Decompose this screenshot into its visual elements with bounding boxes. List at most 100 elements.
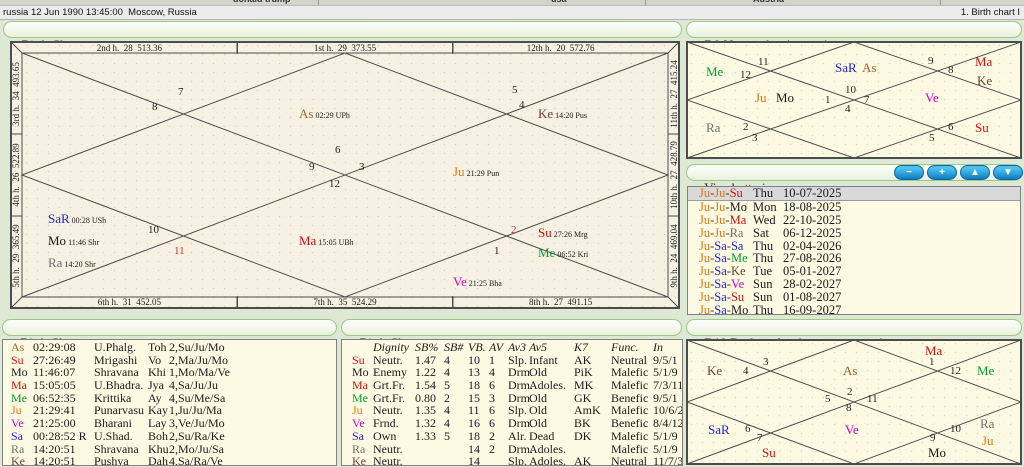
- planet-ma: Ma 15:05 UBh: [299, 233, 354, 248]
- dasha-row[interactable]: Ju-Ju-Su Thu 10-07-2025: [688, 187, 1020, 201]
- house-number: 8: [948, 64, 954, 76]
- cell: 2: [489, 441, 495, 456]
- up-button[interactable]: ▲: [960, 165, 990, 180]
- planet-ke: Ke: [707, 363, 723, 378]
- house-number: 6: [745, 423, 751, 435]
- house-edge-label: 4th h. 26 522.89: [11, 143, 21, 207]
- cell: AK: [574, 454, 592, 466]
- tab-usa[interactable]: usa: [551, 0, 567, 4]
- cell: Slp.: [508, 454, 528, 466]
- planet-me: Me 06:52 Kri: [538, 245, 589, 260]
- house-number: 11: [174, 245, 185, 257]
- cell: 2: [489, 428, 495, 443]
- planet-ke: Ke: [977, 73, 993, 88]
- planet-me: Me: [977, 363, 995, 378]
- cell: Malefic: [611, 428, 649, 443]
- column-header: AV: [489, 340, 504, 354]
- cell: 1.54: [415, 378, 436, 393]
- planet-ju: Ju 21:29 Pun: [453, 164, 500, 179]
- cell: Bharani: [94, 416, 132, 431]
- cell: Neutr.: [373, 454, 403, 466]
- cell: Ke: [11, 454, 25, 466]
- d9-header: D9 Navamsha (spouse): [686, 21, 1022, 52]
- down-button[interactable]: ▼: [993, 165, 1023, 180]
- house-number: 9: [930, 432, 936, 444]
- house-number: 10: [950, 423, 961, 435]
- house-number: 12: [329, 178, 340, 190]
- cell: 6: [489, 416, 495, 431]
- minus-button[interactable]: −: [894, 165, 924, 180]
- dasha-weekday: Mon: [753, 199, 777, 214]
- house-number: 7: [864, 94, 870, 106]
- d10-header: D10 Dashamsha (great successes): [686, 319, 1022, 350]
- cell: Old: [529, 416, 547, 431]
- house-number: 1: [494, 245, 500, 257]
- cell: BK: [574, 416, 591, 431]
- cell: 14: [468, 454, 480, 466]
- cell: 2,Su/Ra/Ke: [169, 428, 225, 443]
- tab-separator: [645, 0, 646, 5]
- house-edge-label: 1st h. 29 373.55: [236, 42, 453, 54]
- table-row: Sa 00:28:52 R U.Shad. Boh 2,Su/Ra/Ke: [3, 430, 336, 443]
- planet-mo: Mo: [928, 445, 947, 460]
- house-edge-label: 5th h. 29 365.49: [11, 224, 21, 288]
- cell: 2,Su/Ju/Mo: [169, 340, 225, 354]
- tab-donald-trump[interactable]: donald trump: [233, 0, 291, 4]
- planet-positions-table: As 02:29:08 U.Phalg. Toh 2,Su/Ju/Mo Su 27:26:4…: [2, 339, 337, 466]
- cell: 18: [468, 428, 480, 443]
- tab-Austria[interactable]: Austria: [753, 0, 784, 4]
- cell: Ma: [11, 378, 27, 393]
- house-number: 12: [950, 365, 961, 377]
- planet-as: As 02:29 UPh: [299, 106, 350, 121]
- house-number: 3: [752, 132, 758, 144]
- cell: 4,Sa/Ju/Ju: [169, 378, 219, 393]
- house-number: 4: [845, 103, 851, 115]
- planet-ve: Ve: [925, 90, 939, 105]
- positions-table-header: Birth Chart: [2, 319, 337, 350]
- column-header: SB%: [415, 340, 439, 354]
- planet-mo: Mo 11:46 Shr: [48, 233, 100, 248]
- cell: 6: [489, 378, 495, 393]
- column-header: In: [653, 340, 663, 354]
- planet-as: As: [843, 363, 858, 378]
- house-number: 6: [948, 121, 954, 133]
- cell: Own: [373, 428, 397, 443]
- planet-ve: Ve: [845, 422, 859, 437]
- main-chart-header: Birth Chart: [3, 21, 682, 52]
- cell: Dead: [529, 428, 555, 443]
- house-number: 2: [847, 386, 853, 398]
- cell: 14:20:51: [33, 454, 76, 466]
- house-number: 9: [928, 55, 934, 67]
- house-number: 4: [743, 365, 749, 377]
- chart-grid-lines: [686, 339, 1022, 465]
- column-header: Func.: [611, 340, 639, 354]
- cell: Boh: [148, 428, 169, 443]
- cell: 11/7/3: [653, 454, 683, 466]
- main-rasi-chart: 2nd h. 28 513.36 1st h. 29 373.55 12th h. …: [10, 41, 680, 309]
- cell: 5: [444, 378, 450, 393]
- planet-sar: SaR 00:28 USh: [48, 211, 107, 226]
- plus-button[interactable]: +: [927, 165, 957, 180]
- dasha-period-label: Ju-Sa-Mo: [699, 303, 749, 315]
- d10-dashamsha-chart: Ke Ma As Me SaR Su Ve Ra Ju Mo 3 4 1 12 2 5 11 8 6 7 9 10: [686, 339, 1022, 465]
- cell: 15:05:05: [33, 378, 76, 393]
- vimshottari-dasha-list[interactable]: Ju-Ju-Su Thu 10-07-2025 Ju-Ju-Mo Mon 18-08-20…: [687, 186, 1021, 315]
- dasha-start-date: 06-12-2025: [783, 225, 842, 240]
- cell: 4: [444, 416, 450, 431]
- dasha-start-date: 22-10-2025: [783, 212, 842, 227]
- cell: U.Bhadra.: [94, 378, 144, 393]
- view-name-text: 1. Birth chart I: [960, 7, 1020, 18]
- dignity-table-header: Birth Chart: [341, 319, 682, 350]
- dasha-row[interactable]: Ju-Sa-Mo Thu 16-09-2027: [688, 303, 1020, 315]
- cell: MK: [574, 378, 594, 393]
- house-number: 7: [757, 432, 763, 444]
- house-number: 3: [359, 161, 365, 173]
- planet-ve: Ve 21:25 Bha: [453, 274, 502, 289]
- cell: 21:25:00: [33, 416, 76, 431]
- table-row: Ma Grt.Fr. 1.54 5 18 6 Drm. Adoles. MK Malefic 7/3…: [342, 379, 682, 392]
- cell: 8/4/12: [653, 416, 683, 431]
- planet-ra: Ra: [706, 120, 721, 135]
- planet-ke: Ke 14:20 Pus: [538, 106, 587, 121]
- house-edge-label: 2nd h. 28 513.36: [96, 43, 162, 53]
- house-edge-label: 9th h. 24 469.04: [669, 224, 679, 288]
